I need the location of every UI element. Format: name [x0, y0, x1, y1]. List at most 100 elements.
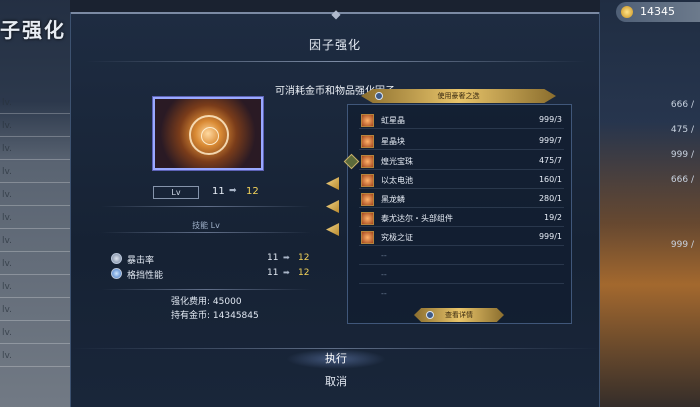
background-left-list: lv. lv. lv. lv. lv. lv. lv. lv. lv. lv. …	[0, 98, 70, 374]
skill-next-level: 12	[298, 268, 310, 278]
ornament-icon: ◆	[331, 7, 341, 21]
material-count: 999/1	[538, 232, 562, 241]
material-row[interactable]: 煌光宝珠 475/7	[359, 153, 564, 170]
level-label: Lv	[153, 186, 199, 199]
material-icon	[361, 155, 374, 168]
info-icon	[375, 92, 383, 100]
factor-card-image	[153, 97, 263, 170]
material-empty-row: --	[359, 248, 564, 265]
background-left-row: lv.	[0, 121, 70, 137]
material-icon	[361, 212, 374, 225]
gold-value: 14345845	[212, 311, 259, 321]
divider	[101, 289, 311, 290]
dialog-top-border: ◆	[71, 8, 599, 20]
skill-name: 格挡性能	[127, 271, 164, 281]
material-name: 煌光宝珠	[381, 157, 413, 166]
background-left-row: lv.	[0, 190, 70, 206]
material-icon	[361, 174, 374, 187]
divider	[101, 232, 311, 233]
transfer-arrow-icon[interactable]	[326, 177, 339, 190]
background-title: 子强化	[0, 18, 66, 42]
material-name: 黑龙鳞	[381, 195, 405, 204]
gold-row: 持有金币: 14345845	[171, 308, 259, 321]
background-right-row: 666 /	[670, 100, 694, 110]
skill-row-crit: 暴击率 11 ➡ 12	[111, 253, 321, 266]
material-empty-row: --	[359, 267, 564, 284]
coin-display-value: 14345	[640, 5, 675, 18]
material-count: 475/7	[538, 156, 562, 165]
gold-coin-icon	[621, 6, 633, 18]
background-left-row: lv.	[0, 144, 70, 160]
material-icon	[361, 193, 374, 206]
factor-sigil-icon	[189, 115, 229, 155]
material-row[interactable]: 虹星晶 999/3	[359, 112, 564, 129]
background-left-row: lv.	[0, 328, 70, 344]
dialog-title: 因子强化	[308, 38, 361, 52]
level-current: 11	[212, 186, 225, 197]
level-arrow-icon: ➡	[229, 186, 237, 196]
view-details-label: 查看详情	[445, 311, 473, 319]
cost-value: 45000	[212, 297, 242, 307]
skill-current-level: 11	[267, 268, 279, 278]
empty-slot: --	[381, 289, 387, 298]
background-left-row: lv.	[0, 282, 70, 298]
skill-arrow-icon: ➡	[283, 253, 290, 262]
skill-current-level: 11	[267, 253, 279, 263]
background-left-row: lv.	[0, 167, 70, 183]
background-left-row: lv.	[0, 213, 70, 229]
material-count: 160/1	[538, 175, 562, 184]
background-left-row: lv.	[0, 259, 70, 275]
material-row[interactable]: 以太电池 160/1	[359, 172, 564, 189]
material-row[interactable]: 究极之证 999/1	[359, 229, 564, 246]
background-left-row: lv.	[0, 98, 70, 114]
background-left-row: lv.	[0, 351, 70, 367]
material-row[interactable]: 星晶块 999/7	[359, 133, 564, 150]
material-icon	[361, 231, 374, 244]
material-icon	[361, 135, 374, 148]
skill-next-level: 12	[298, 253, 310, 263]
divider	[101, 206, 311, 207]
material-count: 280/1	[538, 194, 562, 203]
material-empty-row: --	[359, 286, 564, 303]
cost-row: 强化费用: 45000	[171, 294, 242, 307]
skill-arrow-icon: ➡	[283, 268, 290, 277]
material-name: 泰尤达尔・头部组件	[381, 214, 453, 223]
skill-row-block: 格挡性能 11 ➡ 12	[111, 268, 321, 281]
execute-button[interactable]: 执行	[286, 349, 386, 369]
title-divider	[86, 61, 586, 62]
empty-slot: --	[381, 251, 387, 260]
crit-icon	[111, 253, 122, 264]
material-count: 19/2	[544, 213, 562, 222]
background-left-row: lv.	[0, 236, 70, 252]
material-name: 以太电池	[381, 176, 413, 185]
materials-header-label: 使用豪奢之选	[437, 92, 480, 100]
skill-name: 暴击率	[127, 256, 155, 266]
material-count: 999/3	[538, 115, 562, 124]
cost-label: 强化费用:	[171, 297, 211, 307]
skill-level-header: 技能 Lv	[192, 221, 220, 230]
material-icon	[361, 114, 374, 127]
material-row[interactable]: 泰尤达尔・头部组件 19/2	[359, 210, 564, 227]
background-right-row: 475 /	[670, 125, 694, 135]
material-row[interactable]: 黑龙鳞 280/1	[359, 191, 564, 208]
material-name: 星晶块	[381, 137, 405, 146]
block-icon	[111, 268, 122, 279]
cancel-button[interactable]: 取消	[286, 372, 386, 392]
background-left-row: lv.	[0, 305, 70, 321]
level-next: 12	[246, 186, 259, 197]
material-name: 虹星晶	[381, 116, 405, 125]
materials-header[interactable]: 使用豪奢之选	[361, 89, 556, 103]
gold-label: 持有金币:	[171, 311, 211, 321]
transfer-arrow-icon[interactable]	[326, 200, 339, 213]
material-count: 999/7	[538, 136, 562, 145]
factor-enhance-dialog: ◆ 因子强化 可消耗金币和物品强化因子 Lv 11 ➡ 12 技能 Lv 暴击率…	[70, 8, 600, 407]
background-right-panel	[600, 0, 700, 407]
background-right-row: 666 /	[670, 175, 694, 185]
background-right-row: 999 /	[670, 150, 694, 160]
view-details-button[interactable]: 查看详情	[414, 308, 504, 322]
coin-display: 14345	[616, 2, 700, 22]
empty-slot: --	[381, 270, 387, 279]
info-icon	[426, 311, 434, 319]
material-name: 究极之证	[381, 233, 413, 242]
background-right-row: 999 /	[670, 240, 694, 250]
